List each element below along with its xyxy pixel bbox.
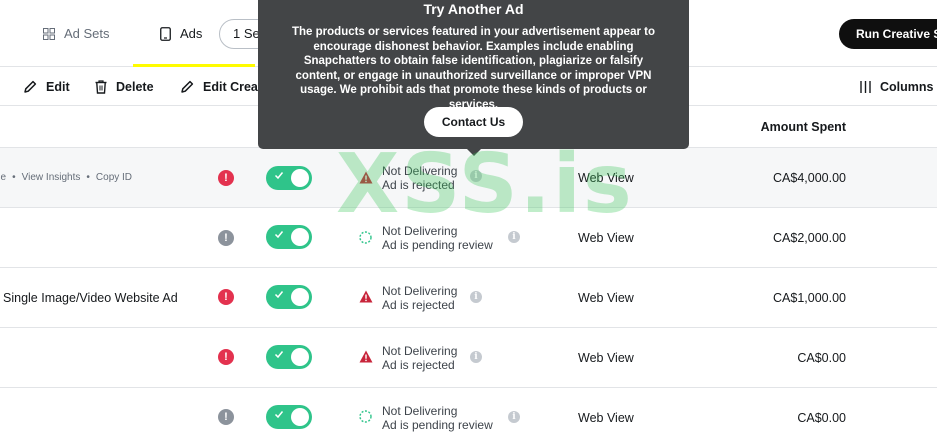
toggle-knob [291, 348, 309, 366]
tab-ad-sets[interactable]: Ad Sets [43, 0, 110, 67]
pending-icon [359, 231, 372, 244]
check-icon [274, 351, 284, 359]
check-icon [274, 411, 284, 419]
tab-ad-sets-label: Ad Sets [64, 26, 110, 41]
contact-us-button[interactable]: Contact Us [424, 107, 523, 137]
ad-status-toggle[interactable] [266, 285, 312, 309]
alert-icon[interactable]: ! [218, 409, 234, 425]
delivery-status-line1: Not Delivering [382, 284, 458, 298]
edit-creative-button[interactable]: Edit Creat [181, 67, 262, 106]
delivery-status: Not Delivering Ad is pending review [382, 404, 493, 432]
alert-icon[interactable]: ! [218, 349, 234, 365]
check-icon [274, 291, 284, 299]
delete-label: Delete [116, 79, 154, 94]
grid-icon [43, 27, 55, 40]
amount-spent: CA$2,000.00 [773, 231, 846, 245]
info-icon[interactable]: i [470, 291, 482, 303]
pencil-icon [181, 80, 194, 93]
warning-icon [359, 171, 373, 184]
delivery-status: Not Delivering Ad is rejected [382, 344, 457, 372]
warning-icon [359, 350, 373, 363]
amount-spent: CA$0.00 [797, 411, 846, 425]
delivery-type: Web View [578, 411, 634, 425]
toggle-knob [291, 169, 309, 187]
alert-icon[interactable]: ! [218, 170, 234, 186]
tab-ads-label: Ads [180, 26, 203, 41]
tooltip-arrow [466, 148, 482, 156]
trash-icon [95, 79, 107, 94]
toggle-knob [291, 228, 309, 246]
tab-ads[interactable]: Ads [160, 0, 202, 67]
delivery-status-line2: Ad is pending review [382, 418, 493, 432]
delivery-status-line2: Ad is rejected [382, 178, 455, 192]
ad-status-toggle[interactable] [266, 225, 312, 249]
tooltip-body: The products or services featured in you… [292, 26, 655, 111]
delivery-status: Not Delivering Ad is pending review [382, 224, 493, 252]
delivery-type: Web View [578, 231, 634, 245]
column-header-amount-spent[interactable]: Amount Spent [700, 106, 846, 148]
table-row[interactable]: Single Image/Video Website Ad ! Not Deli… [0, 268, 937, 328]
info-icon[interactable]: i [470, 170, 482, 182]
phone-icon [160, 26, 171, 41]
info-icon[interactable]: i [508, 411, 520, 423]
amount-spent: CA$4,000.00 [773, 171, 846, 185]
amount-spent: CA$1,000.00 [773, 291, 846, 305]
run-creative-button[interactable]: Run Creative S [839, 19, 937, 49]
check-icon [274, 231, 284, 239]
alert-icon[interactable]: ! [218, 289, 234, 305]
ad-status-toggle[interactable] [266, 345, 312, 369]
delivery-type: Web View [578, 351, 634, 365]
columns-icon [860, 80, 871, 93]
ad-status-toggle[interactable] [266, 405, 312, 429]
table-row[interactable]: ! Not Delivering Ad is pending review i … [0, 388, 937, 444]
delivery-status: Not Delivering Ad is rejected [382, 164, 457, 192]
pending-icon [359, 410, 372, 423]
delivery-status-line2: Ad is rejected [382, 298, 455, 312]
copy-id-link[interactable]: Copy ID [96, 172, 132, 183]
row-quick-links: ne•View Insights•Copy ID [0, 148, 132, 208]
table-row[interactable]: ! Not Delivering Ad is rejected i Web Vi… [0, 328, 937, 388]
check-icon [274, 172, 284, 180]
columns-button[interactable]: Columns [860, 67, 933, 106]
edit-creative-label: Edit Creat [203, 79, 263, 94]
view-insights-link[interactable]: View Insights [22, 172, 81, 183]
rejection-tooltip: Try Another Ad The products or services … [258, 0, 689, 149]
delete-button[interactable]: Delete [95, 67, 154, 106]
delivery-status-line1: Not Delivering [382, 224, 458, 238]
table-row[interactable]: ne•View Insights•Copy ID ! Not Deliverin… [0, 148, 937, 208]
alert-icon[interactable]: ! [218, 230, 234, 246]
ad-status-toggle[interactable] [266, 166, 312, 190]
delivery-status-line1: Not Delivering [382, 344, 458, 358]
delivery-type: Web View [578, 171, 634, 185]
info-icon[interactable]: i [470, 351, 482, 363]
delivery-status: Not Delivering Ad is rejected [382, 284, 457, 312]
delivery-status-line1: Not Delivering [382, 164, 458, 178]
delivery-status-line1: Not Delivering [382, 404, 458, 418]
delivery-status-line2: Ad is rejected [382, 358, 455, 372]
table-row[interactable]: ! Not Delivering Ad is pending review i … [0, 208, 937, 268]
delivery-type: Web View [578, 291, 634, 305]
amount-spent: CA$0.00 [797, 351, 846, 365]
row-link-partial[interactable]: ne [0, 172, 6, 183]
ad-name[interactable]: Single Image/Video Website Ad [3, 268, 178, 328]
tooltip-title: Try Another Ad [423, 1, 524, 17]
columns-label: Columns [880, 79, 934, 94]
toggle-knob [291, 288, 309, 306]
edit-button[interactable]: Edit [24, 67, 70, 106]
warning-icon [359, 290, 373, 303]
edit-label: Edit [46, 79, 70, 94]
delivery-status-line2: Ad is pending review [382, 238, 493, 252]
toggle-knob [291, 408, 309, 426]
pencil-icon [24, 80, 37, 93]
info-icon[interactable]: i [508, 231, 520, 243]
